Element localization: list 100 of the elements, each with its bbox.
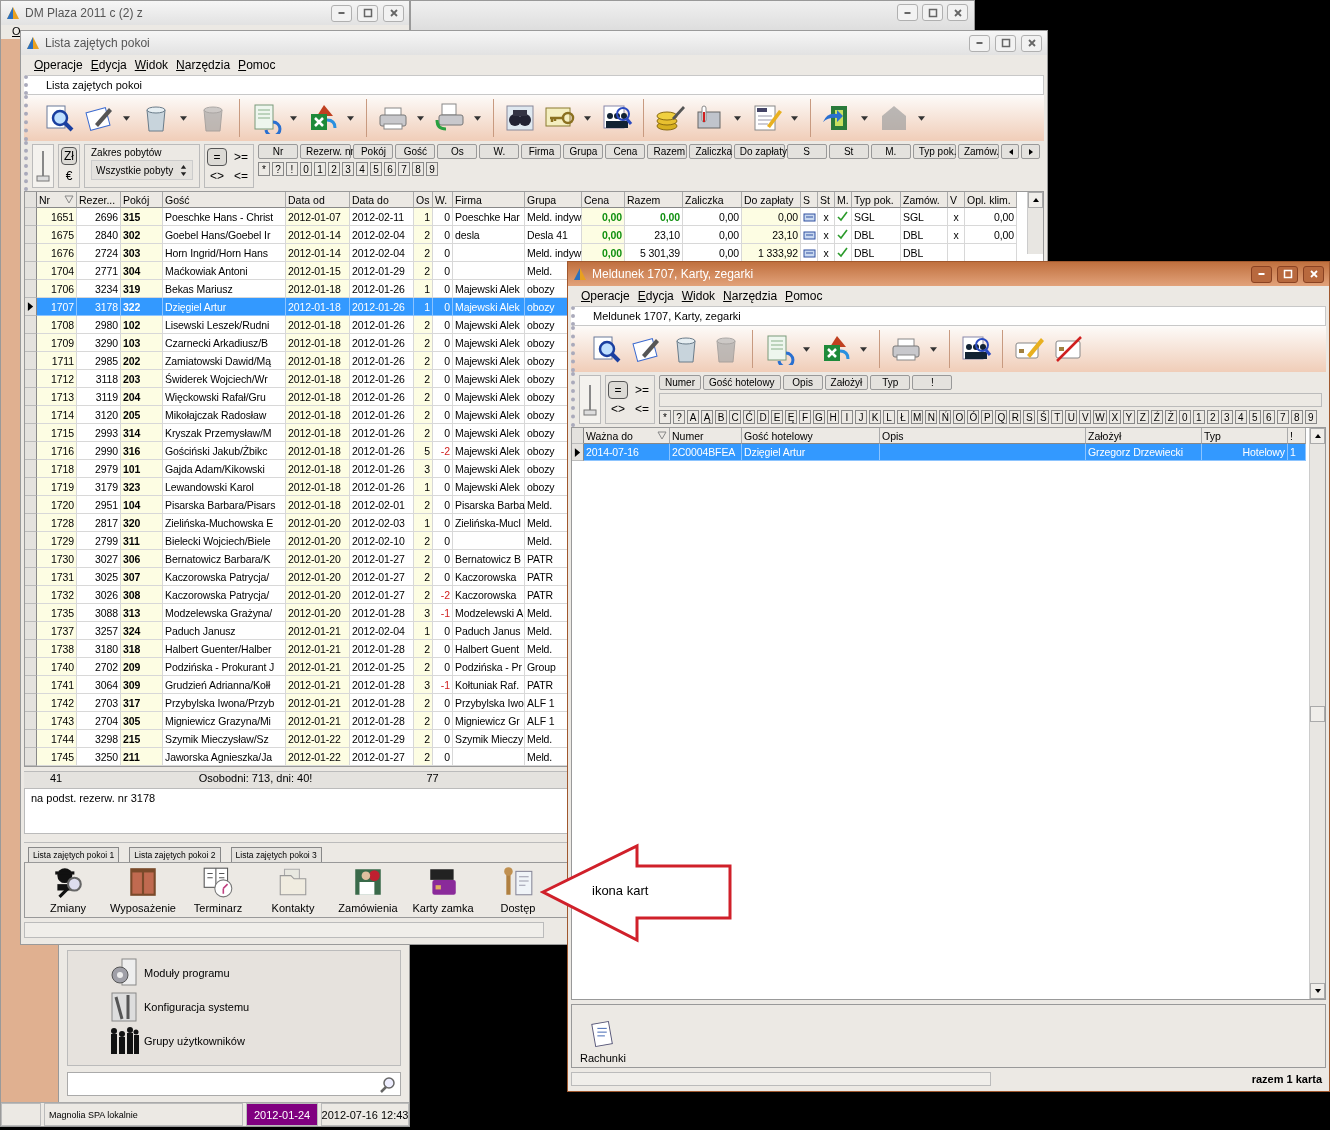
column-filter-button[interactable]: S	[786, 144, 827, 159]
quick-key[interactable]: 3	[1220, 410, 1233, 424]
module-link[interactable]: Moduły programu	[108, 957, 400, 989]
caret-icon[interactable]	[584, 115, 591, 121]
module-button[interactable]: Wyposażenie	[110, 865, 176, 914]
quick-key[interactable]: Y	[1122, 410, 1135, 424]
quick-key[interactable]: Ś	[1037, 410, 1050, 424]
quick-key[interactable]: O	[953, 410, 966, 424]
quick-key[interactable]: 0	[1178, 410, 1191, 424]
caret-icon[interactable]	[474, 115, 481, 121]
minimize-button[interactable]	[897, 4, 918, 21]
column-filter-button[interactable]: Do zapłaty	[733, 144, 785, 159]
quick-key[interactable]: R	[1009, 410, 1022, 424]
caret-icon[interactable]	[734, 115, 741, 121]
quick-key[interactable]: 5	[370, 162, 382, 176]
quick-key[interactable]: !	[286, 162, 298, 176]
column-filter-button[interactable]: Opis	[782, 375, 823, 390]
quick-key[interactable]: 6	[1262, 410, 1275, 424]
column-filter-button[interactable]: Os	[437, 144, 478, 159]
quick-key[interactable]: 7	[1276, 410, 1289, 424]
column-header[interactable]: Typ	[1202, 428, 1288, 444]
quick-key[interactable]: V	[1079, 410, 1092, 424]
quick-key[interactable]: I	[841, 410, 853, 424]
quick-key[interactable]: Ń	[939, 410, 952, 424]
range-select[interactable]: Wszystkie pobyty	[91, 160, 193, 180]
column-header[interactable]: Do zapłaty	[742, 192, 801, 208]
close-button[interactable]	[947, 4, 968, 21]
quick-key[interactable]: *	[258, 162, 270, 176]
column-filter-button[interactable]: Założył	[824, 375, 869, 390]
column-filter-button[interactable]: Razem	[647, 144, 688, 159]
column-header[interactable]: Zaliczka	[683, 192, 742, 208]
operator-toggle[interactable]: <=	[231, 166, 251, 185]
column-header[interactable]: V	[948, 192, 965, 208]
quick-key[interactable]: H	[827, 410, 839, 424]
menu-item[interactable]: Widok	[681, 289, 716, 303]
column-header[interactable]: St	[818, 192, 835, 208]
quick-key[interactable]: 1	[314, 162, 326, 176]
quick-key[interactable]: 6	[384, 162, 396, 176]
quick-key[interactable]: 8	[412, 162, 424, 176]
column-header[interactable]: Razem	[625, 192, 683, 208]
scroll-up-button[interactable]	[1310, 428, 1325, 444]
column-filter-button[interactable]: Numer	[659, 375, 701, 390]
scroll-up-button[interactable]	[1028, 192, 1043, 208]
menu-item[interactable]: Operacje	[34, 58, 83, 72]
caret-icon[interactable]	[918, 115, 925, 121]
quick-key[interactable]: D	[757, 410, 769, 424]
column-header[interactable]: Data od	[286, 192, 350, 208]
column-filter-button[interactable]: M.	[870, 144, 911, 159]
minimize-button[interactable]	[969, 34, 990, 52]
operator-toggle[interactable]: >=	[231, 147, 251, 166]
quick-key[interactable]: 9	[1304, 410, 1317, 424]
quick-key[interactable]: 2	[328, 162, 340, 176]
column-filter-button[interactable]: Zamów.	[957, 144, 999, 159]
column-filter-button[interactable]: Rezerw. nr	[300, 144, 352, 159]
operator-toggle[interactable]: <=	[632, 400, 652, 418]
quick-key[interactable]: S	[1023, 410, 1036, 424]
scrollbar[interactable]	[1309, 428, 1325, 999]
menu-item[interactable]: Narzędzia	[176, 58, 231, 72]
operator-toggle[interactable]: >=	[632, 381, 652, 399]
quick-key[interactable]: Ę	[785, 410, 797, 424]
module-link[interactable]: Konfiguracja systemu	[108, 991, 400, 1023]
column-header[interactable]: Typ pok.	[852, 192, 901, 208]
column-header[interactable]: S	[801, 192, 818, 208]
quick-key[interactable]: Ż	[1164, 410, 1177, 424]
maximize-button[interactable]	[995, 34, 1016, 52]
column-header[interactable]: M.	[835, 192, 852, 208]
currency-toggle[interactable]: Zł	[61, 147, 77, 165]
quick-key[interactable]: Ł	[897, 410, 909, 424]
caret-icon[interactable]	[860, 346, 867, 352]
menu-item[interactable]: Edycja	[90, 58, 127, 72]
quick-key[interactable]: Ó	[967, 410, 980, 424]
caret-icon[interactable]	[347, 115, 354, 121]
module-button[interactable]: Terminarz	[193, 865, 243, 914]
quick-key[interactable]: M	[911, 410, 924, 424]
quick-key[interactable]: 9	[426, 162, 438, 176]
row-header[interactable]	[25, 298, 37, 316]
module-button[interactable]: Zamówienia	[338, 865, 398, 914]
quick-key[interactable]: *	[659, 410, 671, 424]
scroll-down-button[interactable]	[1310, 983, 1325, 999]
operator-toggle[interactable]: <>	[207, 166, 227, 185]
column-filter-button[interactable]: Firma	[521, 144, 562, 159]
search-icon[interactable]	[379, 1075, 396, 1093]
module-button[interactable]: Dostęp	[500, 865, 536, 914]
caret-icon[interactable]	[123, 115, 130, 121]
quick-key[interactable]: Ć	[743, 410, 755, 424]
scroll-thumb[interactable]	[1310, 705, 1325, 722]
quick-key[interactable]: 4	[1234, 410, 1247, 424]
quick-key[interactable]: N	[925, 410, 938, 424]
quick-key[interactable]: A	[687, 410, 699, 424]
column-header[interactable]: Pokój	[121, 192, 163, 208]
quick-key[interactable]: P	[981, 410, 994, 424]
module-button[interactable]: Karty zamka	[412, 865, 474, 914]
column-header[interactable]: Data do	[350, 192, 414, 208]
column-header[interactable]: Gość	[163, 192, 286, 208]
module-link[interactable]: Grupy użytkowników	[108, 1025, 400, 1057]
column-header[interactable]: Nr	[37, 192, 77, 208]
tab[interactable]: Lista zajętych pokoi 3	[230, 847, 322, 862]
maximize-button[interactable]	[922, 4, 943, 21]
quick-key[interactable]: W	[1093, 410, 1107, 424]
quick-key[interactable]: X	[1108, 410, 1121, 424]
